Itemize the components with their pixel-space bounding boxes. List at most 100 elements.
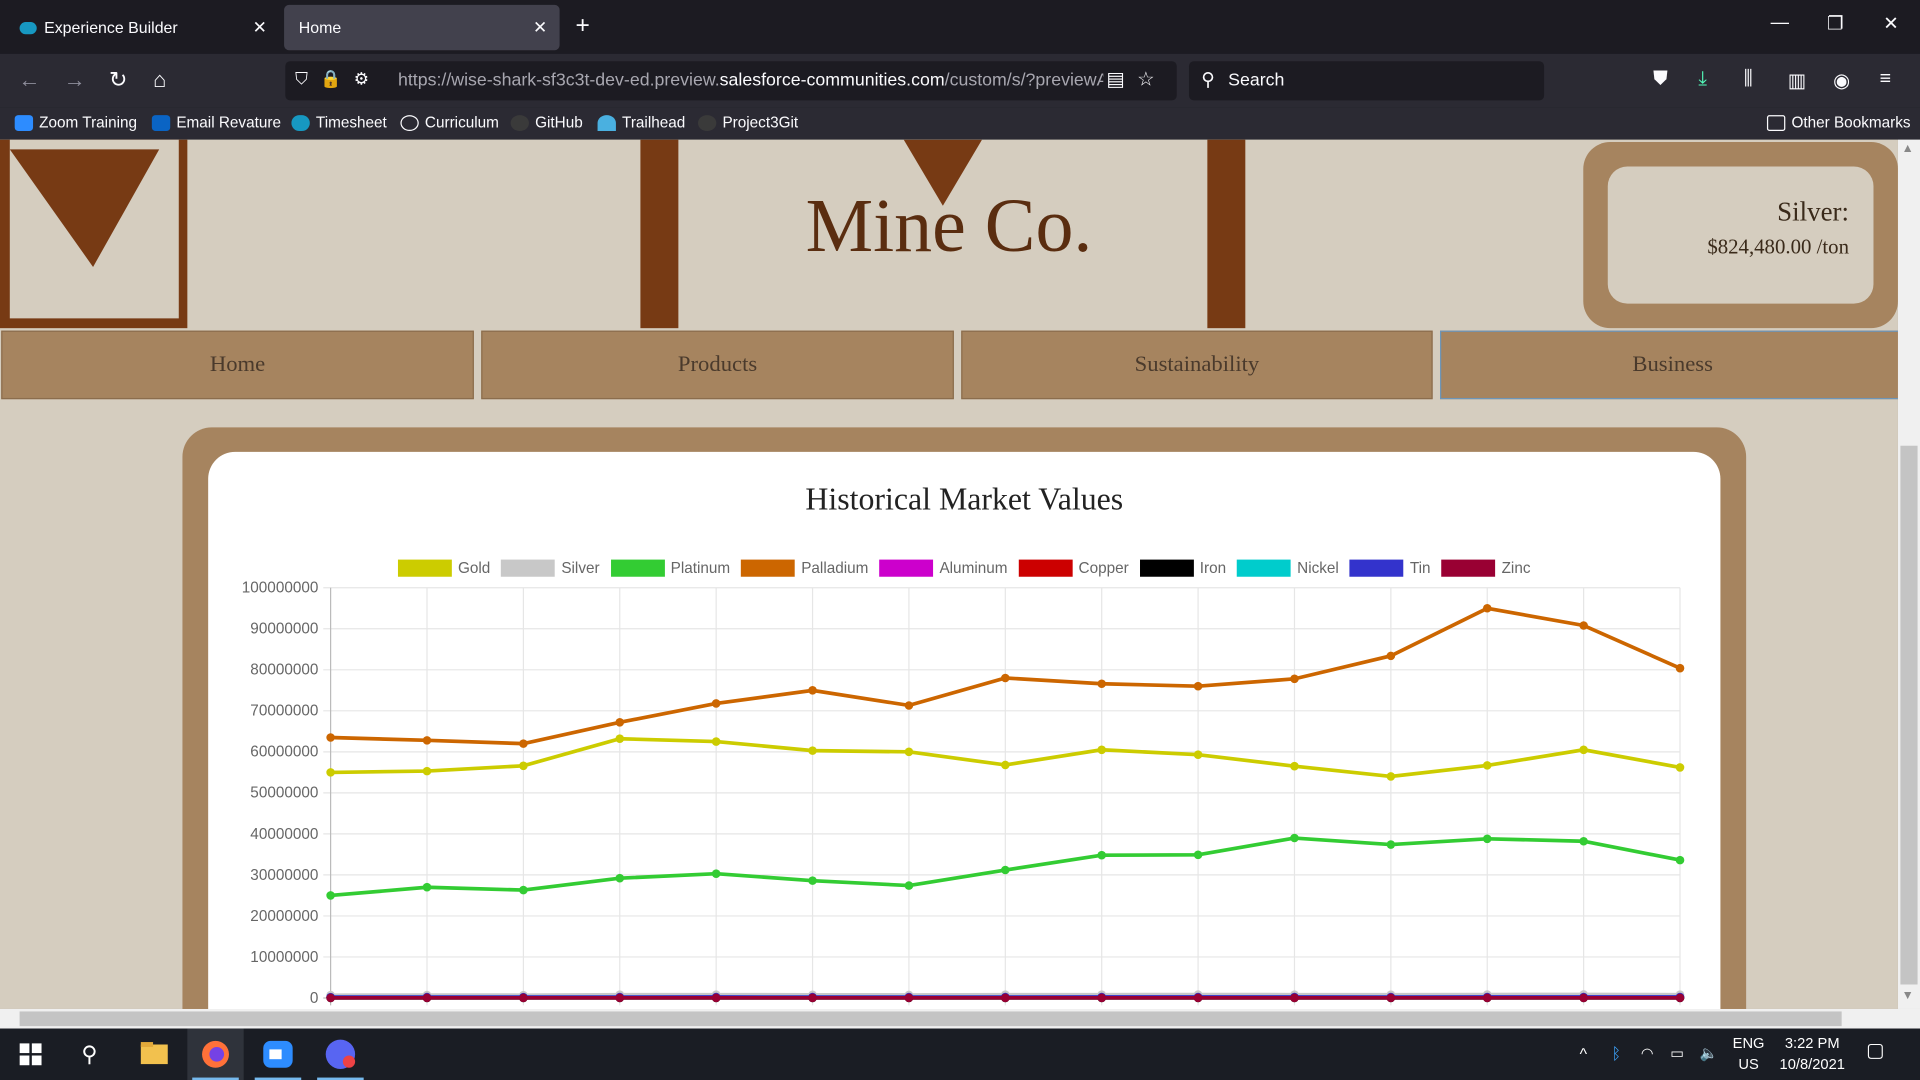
bookmark-github[interactable]: GitHub [510, 114, 583, 131]
chart-card: Historical Market Values Gold Silver Plati… [182, 427, 1747, 1009]
bookmark-project3git[interactable]: Project3Git [697, 114, 798, 131]
data-point-platinum [711, 869, 721, 878]
clock-time: 3:22 PM [1784, 1034, 1840, 1052]
zoom-icon [14, 114, 34, 131]
url-text[interactable]: https://wise-shark-sf3c3t-dev-ed.preview… [398, 71, 1103, 91]
data-point-gold [1001, 760, 1010, 770]
pocket-icon[interactable]: ⛊ [1653, 69, 1668, 91]
data-point-palladium [519, 739, 528, 748]
data-point-palladium [904, 701, 914, 710]
data-point-platinum [615, 873, 625, 883]
windows-start-icon[interactable] [15, 1038, 47, 1070]
close-tab-icon[interactable]: ✕ [533, 17, 547, 38]
clock-date: 10/8/2021 [1779, 1055, 1845, 1073]
data-point-palladium [422, 736, 432, 745]
firefox-icon[interactable] [187, 1028, 244, 1080]
data-point-zinc [615, 993, 625, 1003]
data-point-gold [1097, 745, 1106, 755]
price-value: $824,480.00 /ton [1707, 235, 1849, 259]
sidebar-icon[interactable]: ▥ [1788, 69, 1807, 93]
bluetooth-icon[interactable]: ᛒ [1611, 1043, 1621, 1064]
page-content: Mine Co. Silver: $824,480.00 /ton Home P… [0, 139, 1898, 1009]
salesforce-icon [19, 21, 37, 34]
battery-icon[interactable]: ▭ [1670, 1043, 1684, 1064]
data-point-platinum [519, 885, 528, 895]
tab-experience-builder[interactable]: Experience Builder ✕ [5, 5, 279, 50]
language-indicator[interactable]: ENG US [1731, 1033, 1765, 1075]
search-icon[interactable]: ⚲ [73, 1038, 105, 1070]
close-tab-icon[interactable]: ✕ [253, 17, 267, 38]
data-point-palladium [711, 699, 721, 708]
volume-icon[interactable]: 🔈 [1700, 1043, 1718, 1064]
logo[interactable] [0, 139, 188, 329]
library-icon[interactable]: ⫼ [1744, 69, 1753, 91]
menu-icon[interactable]: ≡ [1880, 69, 1891, 91]
data-point-zinc [422, 993, 432, 1003]
minimize-icon[interactable]: — [1771, 12, 1789, 33]
clock[interactable]: 3:22 PM 10/8/2021 [1773, 1033, 1851, 1075]
y-tick-label: 50000000 [250, 785, 318, 802]
data-point-platinum [1097, 850, 1106, 860]
tracking-protection-icon[interactable]: ⛉🔒⚙ [295, 69, 381, 90]
data-point-platinum [808, 876, 817, 885]
vertical-scrollbar[interactable]: ▲ ▼ [1897, 139, 1920, 1009]
data-point-platinum [1193, 850, 1203, 860]
other-bookmarks[interactable]: Other Bookmarks [1766, 114, 1911, 131]
bookmark-email-revature[interactable]: Email Revature [151, 114, 281, 131]
data-point-palladium [1097, 679, 1106, 689]
bookmark-curriculum[interactable]: Curriculum [400, 114, 499, 131]
notifications-icon[interactable]: ▢ [1866, 1041, 1885, 1062]
scroll-thumb[interactable] [1900, 445, 1918, 985]
scroll-down-icon[interactable]: ▼ [1902, 989, 1914, 1002]
forward-icon[interactable]: → [64, 67, 86, 93]
data-point-zinc [904, 993, 914, 1003]
bookmark-zoom-training[interactable]: Zoom Training [14, 114, 137, 131]
screen: Experience Builder ✕ Home ✕ + — ❐ ✕ ← → … [0, 0, 1920, 1080]
reload-icon[interactable]: ↻ [109, 67, 127, 93]
line-chart: 1000000009000000080000000700000006000000… [242, 580, 1685, 1007]
data-point-platinum [904, 881, 914, 890]
url-bar[interactable]: ⛉🔒⚙ https://wise-shark-sf3c3t-dev-ed.pre… [285, 61, 1177, 101]
close-window-icon[interactable]: ✕ [1883, 12, 1898, 34]
search-input[interactable]: ⚲ Search [1188, 61, 1545, 101]
data-point-platinum [1386, 840, 1396, 849]
nav-business-button[interactable]: Business [1440, 330, 1898, 400]
downloads-icon[interactable]: ⤓ [1698, 69, 1707, 91]
reader-view-icon[interactable]: ▤☆ [1106, 67, 1167, 91]
y-tick-label: 10000000 [250, 949, 318, 966]
y-tick-label: 20000000 [250, 908, 318, 925]
new-tab-icon[interactable]: + [576, 12, 590, 40]
data-point-palladium [1386, 651, 1396, 661]
data-point-zinc [808, 993, 817, 1003]
network-icon[interactable]: ◠ [1641, 1043, 1654, 1064]
account-icon[interactable]: ◉ [1833, 69, 1850, 93]
data-point-zinc [1579, 993, 1588, 1003]
price-metal-label: Silver: [1777, 195, 1849, 227]
search-icon: ⚲ [1201, 69, 1215, 91]
data-point-zinc [1290, 993, 1299, 1003]
file-explorer-icon[interactable] [125, 1029, 181, 1080]
nav-sustainability-button[interactable]: Sustainability [961, 330, 1433, 400]
scroll-up-icon[interactable]: ▲ [1902, 142, 1914, 155]
nav-products-button[interactable]: Products [481, 330, 954, 400]
bookmarks-toolbar: Zoom Training Email Revature Timesheet C… [0, 107, 1920, 140]
nav-home-button[interactable]: Home [1, 330, 474, 400]
zoom-icon[interactable] [250, 1029, 306, 1080]
data-point-gold [1290, 761, 1299, 771]
home-icon[interactable]: ⌂ [153, 67, 166, 93]
price-ticker: Silver: $824,480.00 /ton [1583, 142, 1898, 329]
data-point-platinum [422, 882, 432, 892]
data-point-zinc [1193, 993, 1203, 1003]
data-point-zinc [1386, 993, 1396, 1003]
browser-tab-bar: Experience Builder ✕ Home ✕ + — ❐ ✕ [0, 0, 1920, 54]
tray-chevron-icon[interactable]: ^ [1580, 1043, 1587, 1064]
discord-icon[interactable] [312, 1029, 368, 1080]
tab-home[interactable]: Home ✕ [284, 4, 560, 51]
bookmark-trailhead[interactable]: Trailhead [597, 114, 685, 131]
bookmark-timesheet[interactable]: Timesheet [291, 114, 387, 131]
restore-icon[interactable]: ❐ [1827, 12, 1843, 34]
back-icon[interactable]: ← [18, 67, 40, 93]
scroll-thumb[interactable] [19, 1011, 1842, 1027]
horizontal-scrollbar[interactable] [0, 1008, 1920, 1029]
data-point-palladium [808, 686, 817, 695]
